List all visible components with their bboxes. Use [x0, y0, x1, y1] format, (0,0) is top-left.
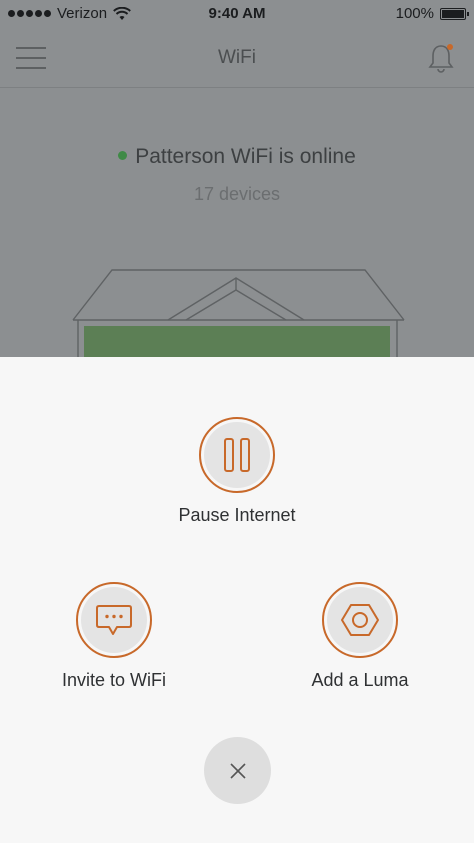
invite-to-wifi-button[interactable] — [76, 582, 152, 658]
dimmed-background: Verizon 9:40 AM 100% WiFi Patterson WiFi… — [0, 0, 474, 357]
add-luma-button[interactable] — [322, 582, 398, 658]
invite-to-wifi-label: Invite to WiFi — [61, 670, 167, 690]
bell-icon[interactable] — [426, 42, 456, 74]
battery-icon — [440, 7, 469, 20]
pause-internet-action[interactable]: Pause Internet — [137, 417, 337, 526]
add-luma-label: Add a Luma — [311, 670, 409, 690]
pause-icon — [224, 438, 250, 472]
status-bar: Verizon 9:40 AM 100% — [0, 0, 474, 28]
add-luma-action[interactable]: Add a Luma — [280, 582, 440, 691]
notification-dot — [447, 44, 453, 50]
status-bar-right: 100% — [395, 5, 469, 22]
close-icon — [229, 762, 246, 779]
battery-percent: 100% — [395, 5, 434, 22]
online-status-dot — [118, 150, 128, 160]
invite-to-wifi-action[interactable]: Invite to WiFi — [34, 582, 194, 691]
close-button[interactable] — [204, 737, 271, 804]
pause-internet-button[interactable] — [199, 417, 275, 493]
chat-bubble-icon — [96, 605, 132, 635]
hex-nut-icon — [341, 604, 379, 636]
network-status: Patterson WiFi is online — [0, 145, 474, 169]
pause-internet-label: Pause Internet — [178, 505, 296, 525]
house-illustration — [72, 269, 405, 357]
action-sheet: Pause Internet Invite to WiFi Add a Luma — [0, 357, 474, 843]
page-title: WiFi — [218, 47, 256, 68]
network-status-text: Patterson WiFi is online — [135, 145, 356, 168]
device-count: 17 devices — [193, 184, 281, 204]
nav-bar: WiFi — [0, 30, 474, 88]
